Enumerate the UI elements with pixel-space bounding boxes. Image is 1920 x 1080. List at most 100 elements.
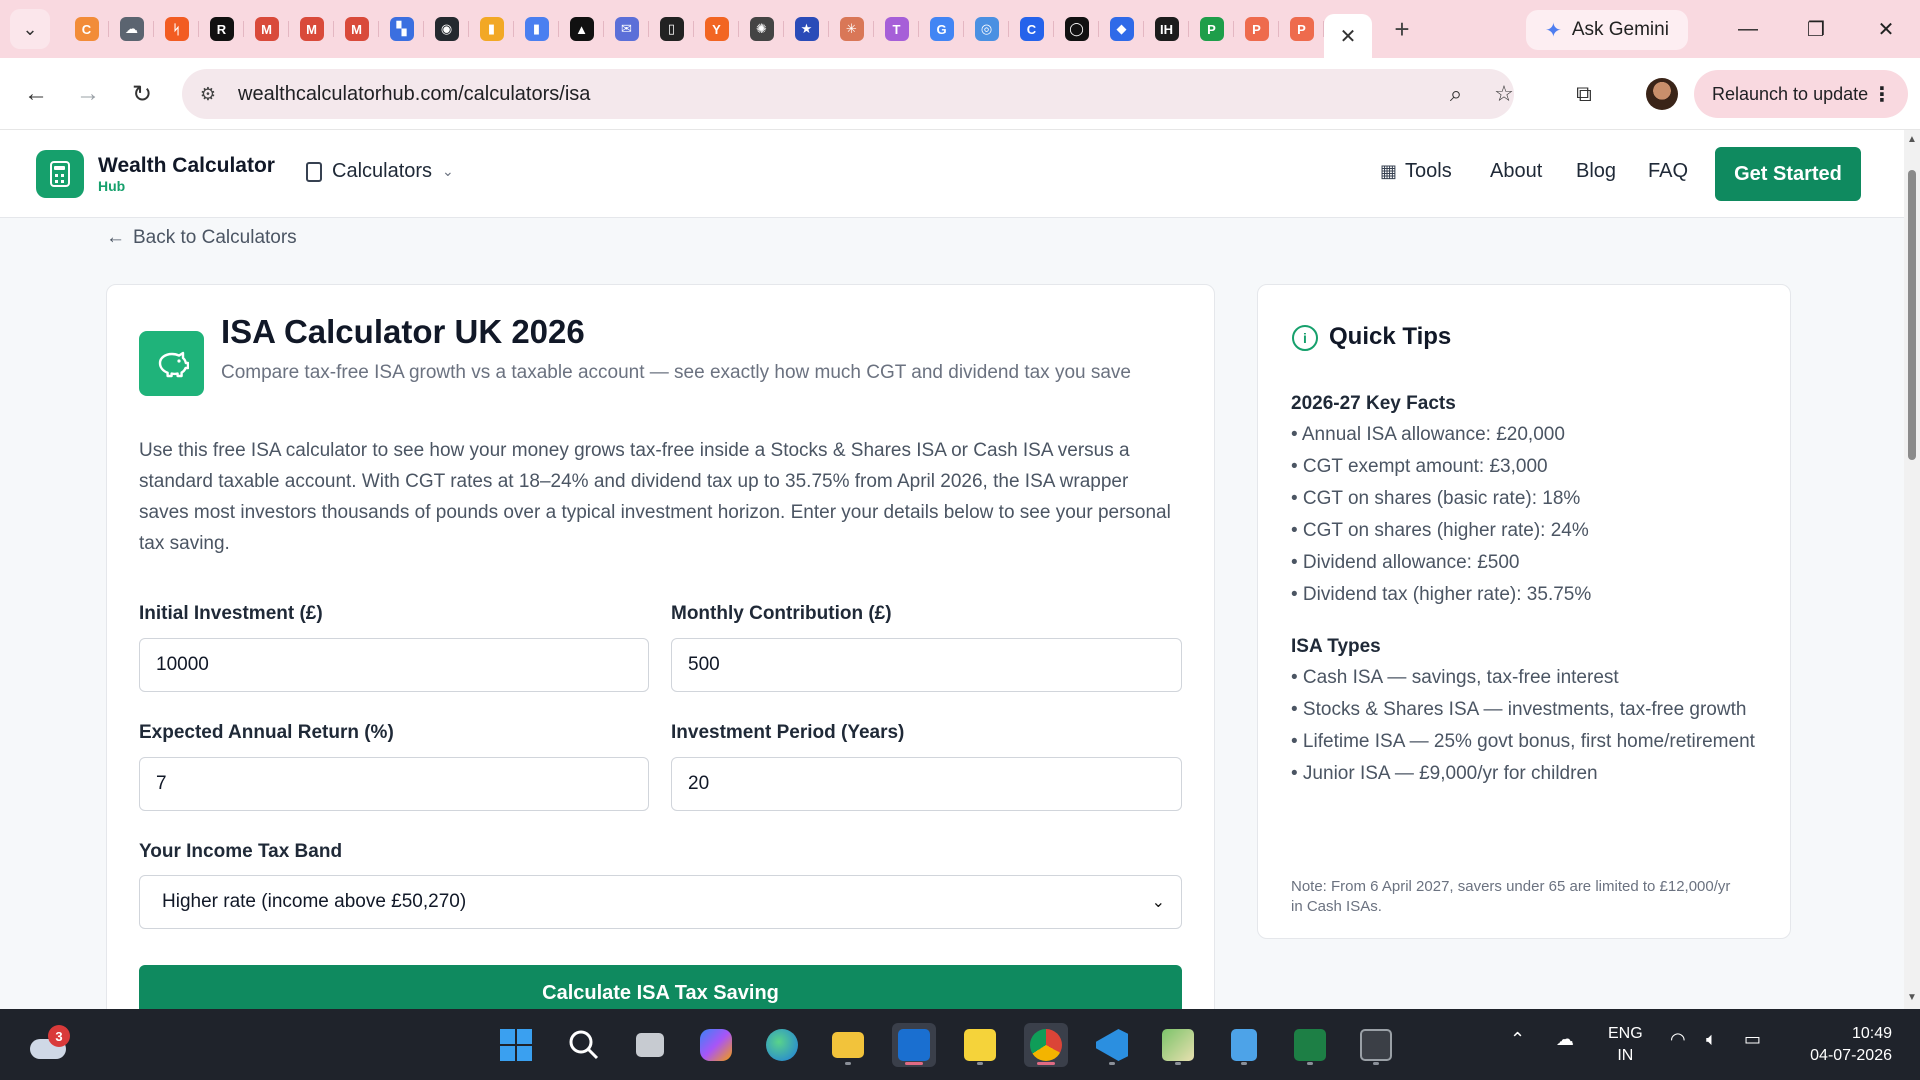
nav-faq[interactable]: FAQ [1648, 160, 1688, 183]
start-windows-icon[interactable] [494, 1023, 538, 1067]
get-started-button[interactable]: Get Started [1715, 147, 1861, 201]
pinned-tab[interactable]: R [199, 9, 244, 49]
outlook-icon[interactable] [892, 1023, 936, 1067]
investment-period-input[interactable] [671, 757, 1182, 811]
menu-dots-icon[interactable]: ⋮ [1872, 82, 1892, 107]
monthly-contribution-label: Monthly Contribution (£) [671, 603, 892, 624]
pinned-tab[interactable]: ◎ [964, 9, 1009, 49]
pinned-tab[interactable]: C [1009, 9, 1054, 49]
brand-sub[interactable]: Hub [98, 178, 125, 194]
zoom-magnifier-icon[interactable]: ⌕ [1438, 76, 1474, 112]
calculators-dropdown[interactable]: Calculators ⌄ [306, 160, 454, 183]
edge-icon[interactable] [760, 1023, 804, 1067]
piggy-bank-svg [158, 351, 189, 377]
page-scrollbar[interactable]: ▲ ▼ [1904, 130, 1920, 1009]
list-item: • Junior ISA — £9,000/yr for children [1291, 763, 1598, 784]
onedrive-error-icon[interactable]: ☁ [1556, 1029, 1574, 1050]
pinned-tab[interactable]: ★ [784, 9, 829, 49]
pinned-tab[interactable]: ✳ [829, 9, 874, 49]
windows-taskbar: 3 ⌃ ☁ ENG IN ◠ 🔈︎ ▭ 10:49 04-07-2026 [0, 1009, 1920, 1080]
pinned-tab[interactable]: ᛋ [154, 9, 199, 49]
scroll-down-icon[interactable]: ▼ [1907, 992, 1917, 1003]
pinned-tab[interactable]: P [1279, 9, 1324, 49]
search-icon[interactable] [562, 1023, 606, 1067]
weather-widget[interactable]: 3 [26, 1025, 70, 1059]
back-arrow-icon[interactable]: ← [16, 74, 56, 114]
pinned-tab[interactable]: P [1189, 9, 1234, 49]
extensions-puzzle-icon[interactable]: ⧉ [1564, 74, 1604, 114]
forward-arrow-icon[interactable]: → [68, 74, 108, 114]
paint-icon[interactable] [1156, 1023, 1200, 1067]
clock-date: 04-07-2026 [1810, 1047, 1892, 1064]
task-view-icon[interactable] [628, 1023, 672, 1067]
address-bar[interactable]: ⚙ wealthcalculatorhub.com/calculators/is… [182, 69, 1514, 119]
excel-icon[interactable] [1288, 1023, 1332, 1067]
pinned-tab[interactable]: ▯ [649, 9, 694, 49]
new-tab-plus-icon[interactable]: + [1382, 9, 1422, 49]
nav-tools[interactable]: ▦ Tools [1380, 160, 1452, 183]
battery-icon[interactable]: ▭ [1744, 1029, 1761, 1050]
pinned-tab[interactable]: ◆ [1099, 9, 1144, 49]
pinned-tab[interactable]: Y [694, 9, 739, 49]
pinned-tab[interactable]: ◯ [1054, 9, 1099, 49]
active-tab-close-icon[interactable]: ✕ [1324, 14, 1372, 58]
minimize-window-icon[interactable]: — [1714, 0, 1782, 58]
claude-icon: ✳ [839, 17, 864, 41]
pinned-tab[interactable]: P [1234, 9, 1279, 49]
pinned-tab[interactable]: M [334, 9, 379, 49]
pinned-tab[interactable]: ✉ [604, 9, 649, 49]
monthly-contribution-input[interactable] [671, 638, 1182, 692]
brand-name[interactable]: Wealth Calculator [98, 154, 275, 178]
nav-blog[interactable]: Blog [1576, 160, 1616, 183]
pinned-tab[interactable]: IH [1144, 9, 1189, 49]
close-window-icon[interactable]: ✕ [1852, 0, 1920, 58]
back-to-calculators-link[interactable]: ← Back to Calculators [106, 227, 297, 249]
chevron-up-icon[interactable]: ⌃ [1510, 1029, 1525, 1050]
pinned-tab[interactable]: ▚ [379, 9, 424, 49]
calculator-logo-icon[interactable] [36, 150, 84, 198]
pinned-tab[interactable]: M [244, 9, 289, 49]
vscode-icon[interactable] [1090, 1023, 1134, 1067]
pinned-tab[interactable]: ☁ [109, 9, 154, 49]
system-clock[interactable]: 10:49 04-07-2026 [1792, 1023, 1892, 1067]
tab-search-chevron-icon[interactable]: ⌄ [10, 9, 50, 49]
site-info-icon[interactable]: ⚙ [190, 76, 226, 112]
relaunch-to-update-button[interactable]: Relaunch to update ⋮ [1694, 70, 1908, 118]
ask-gemini-button[interactable]: ✦ Ask Gemini [1526, 10, 1688, 50]
initial-investment-input[interactable] [139, 638, 649, 692]
wifi-icon[interactable]: ◠ [1670, 1029, 1686, 1050]
notepad-icon[interactable] [1222, 1023, 1266, 1067]
restore-window-icon[interactable]: ❐ [1782, 0, 1850, 58]
pinned-tab[interactable]: G [919, 9, 964, 49]
terminal-icon[interactable] [1354, 1023, 1398, 1067]
volume-icon[interactable]: 🔈︎ [1706, 1029, 1717, 1050]
annual-return-input[interactable] [139, 757, 649, 811]
pinned-tab[interactable]: ▮ [514, 9, 559, 49]
bookmark-star-icon[interactable]: ☆ [1486, 76, 1522, 112]
url-text[interactable]: wealthcalculatorhub.com/calculators/isa [238, 83, 590, 106]
pinned-tab[interactable]: ▲ [559, 9, 604, 49]
reload-icon[interactable]: ↻ [122, 74, 162, 114]
page-viewport: Wealth Calculator Hub Calculators ⌄ ▦ To… [0, 130, 1904, 1009]
orange-zap-icon: ᛋ [164, 17, 189, 41]
tax-band-select[interactable]: Higher rate (income above £50,270) ⌄ [139, 875, 1182, 929]
pinned-tab[interactable]: ▮ [469, 9, 514, 49]
nav-about[interactable]: About [1490, 160, 1542, 183]
pinned-tab[interactable]: M [289, 9, 334, 49]
file-explorer-icon[interactable] [826, 1023, 870, 1067]
language-indicator[interactable]: ENG IN [1608, 1023, 1643, 1067]
sticky-notes-icon[interactable] [958, 1023, 1002, 1067]
chrome-icon[interactable] [1024, 1023, 1068, 1067]
circle-black-icon: ◯ [1064, 17, 1089, 41]
pinned-tab[interactable]: ◉ [424, 9, 469, 49]
tax-band-label: Your Income Tax Band [139, 841, 343, 862]
copilot-icon[interactable] [694, 1023, 738, 1067]
calculate-isa-button[interactable]: Calculate ISA Tax Saving [139, 965, 1182, 1009]
pinned-tab[interactable]: ✺ [739, 9, 784, 49]
list-item: • Lifetime ISA — 25% govt bonus, first h… [1291, 731, 1755, 752]
profile-avatar[interactable] [1646, 78, 1678, 110]
pinned-tab[interactable]: C [64, 9, 109, 49]
scroll-up-icon[interactable]: ▲ [1907, 134, 1917, 145]
scrollbar-thumb[interactable] [1908, 170, 1916, 460]
pinned-tab[interactable]: T [874, 9, 919, 49]
